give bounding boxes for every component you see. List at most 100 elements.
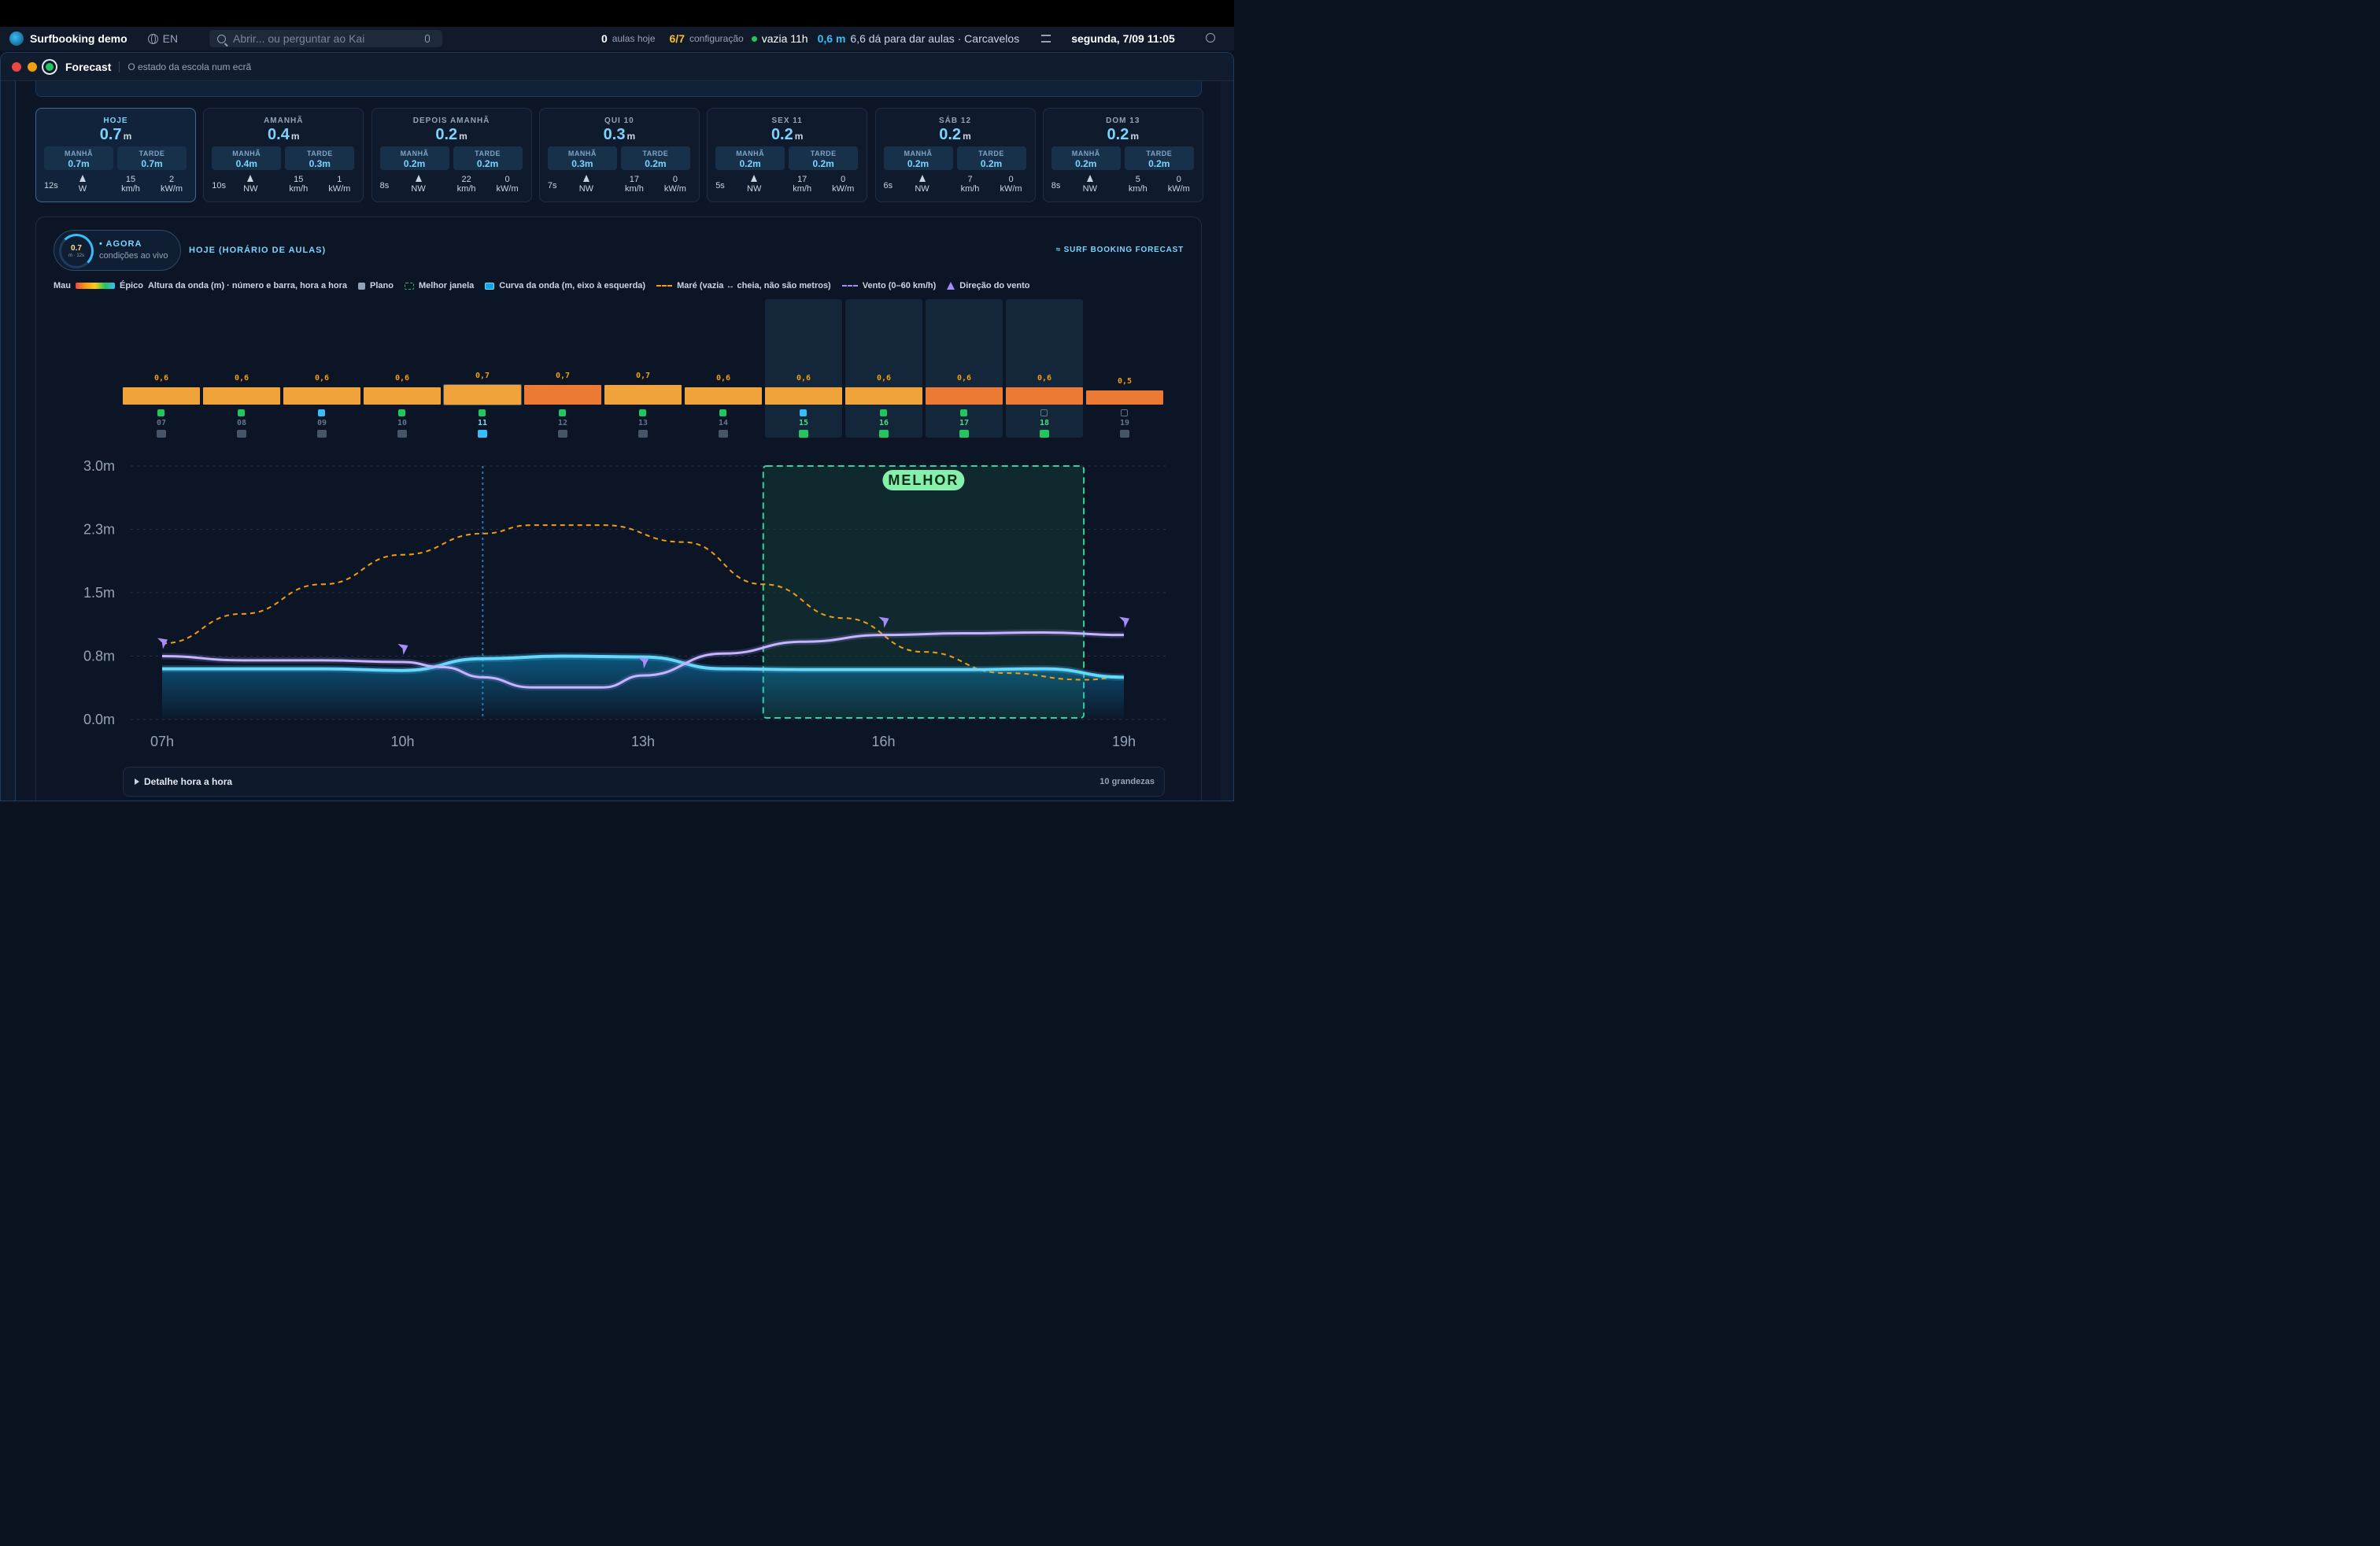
- search-icon: [217, 34, 226, 43]
- app-logo-icon: [9, 31, 24, 46]
- maximize-window-button[interactable]: [43, 60, 56, 73]
- hour-column[interactable]: 0,7 13: [604, 217, 682, 453]
- swell-direction: NW: [575, 175, 598, 194]
- hour-wave-value: 0,6: [876, 374, 892, 383]
- swell-direction: NW: [1078, 175, 1102, 194]
- hour-label: 14: [718, 419, 729, 427]
- config-value: 6/7: [669, 32, 685, 45]
- wind-speed: 15 km/h: [283, 175, 314, 194]
- wave-power-value: 0: [504, 175, 510, 184]
- hourly-bars: 0,6 07 0,6 08 0,6 09 0,6 10 0,7 11 0,7 12 0,7 13 0,6 14…: [36, 217, 1201, 453]
- hour-status-icon: [800, 409, 807, 416]
- day-wave-value: 0.2 m: [876, 126, 1035, 144]
- swell-arrow-icon: [415, 175, 422, 182]
- hour-label: 12: [557, 419, 568, 427]
- afternoon-value: 0.2m: [980, 158, 1003, 169]
- lesson-slot-icon: [478, 430, 487, 438]
- power-unit: kW/m: [832, 184, 855, 194]
- classes-label: aulas hoje: [612, 33, 656, 44]
- wind-speed-value: 22: [461, 175, 471, 184]
- search-input[interactable]: Abrir... ou perguntar ao Kai: [209, 30, 442, 47]
- lesson-slot-icon: [237, 430, 246, 438]
- close-window-button[interactable]: [12, 61, 21, 72]
- microphone-icon[interactable]: [425, 35, 430, 43]
- day-stats: 8s NW 22 km/h 0 kW/m: [380, 175, 525, 197]
- period-value: 6s: [883, 181, 893, 190]
- x-tick-label: 19h: [1112, 734, 1136, 749]
- day-card[interactable]: SÁB 12 0.2 m MANHÃ 0.2m TARDE 0.2m 6s NW 7 km/h 0 kW…: [874, 108, 1036, 202]
- search-placeholder: Abrir... ou perguntar ao Kai: [233, 32, 365, 45]
- swell-arrow-icon: [918, 175, 926, 182]
- morning-value: 0.3m: [571, 158, 593, 169]
- day-card[interactable]: QUI 10 0.3 m MANHÃ 0.3m TARDE 0.2m 7s NW 17 km/h 0 k…: [538, 108, 700, 202]
- wind-speed: 15 km/h: [115, 175, 146, 194]
- wave-power-value: 2: [168, 175, 175, 184]
- day-wave-number: 0.2: [1107, 126, 1129, 143]
- wind-arrow-icon: [397, 644, 408, 656]
- afternoon-value: 0.2m: [1148, 158, 1170, 169]
- afternoon-label: TARDE: [810, 150, 837, 157]
- hour-wave-value: 0,7: [635, 372, 651, 380]
- hour-column[interactable]: 0,6 07: [123, 217, 200, 453]
- swell-direction-label: NW: [578, 184, 594, 194]
- day-wave-value: 0.4 m: [204, 126, 363, 144]
- hour-column[interactable]: 0,7 11: [443, 217, 522, 453]
- wind-speed: 7 km/h: [955, 175, 986, 194]
- day-card[interactable]: SEX 11 0.2 m MANHÃ 0.2m TARDE 0.2m 5s NW 17 km/h 0 k…: [707, 108, 868, 202]
- power-unit: kW/m: [663, 184, 686, 194]
- morning-label: MANHÃ: [232, 150, 261, 157]
- lesson-slot-icon: [397, 430, 407, 438]
- hour-column[interactable]: 0,6 14: [685, 217, 762, 453]
- day-card[interactable]: HOJE 0.7 m MANHÃ 0.7m TARDE 0.7m 12s W 15 km/h 2 kW/…: [35, 108, 196, 202]
- globe-icon: [147, 33, 158, 44]
- lesson-slot-icon: [317, 430, 327, 438]
- app-name[interactable]: Surfbooking demo: [30, 32, 128, 45]
- language-switch[interactable]: EN: [147, 32, 178, 45]
- day-card[interactable]: AMANHÃ 0.4 m MANHÃ 0.4m TARDE 0.3m 10s NW 15 km/h 1…: [203, 108, 364, 202]
- sliders-icon[interactable]: [1041, 35, 1051, 43]
- wave-power: 1 kW/m: [322, 175, 357, 194]
- y-tick-label: 0.0m: [83, 712, 115, 727]
- swell-direction: NW: [911, 175, 934, 194]
- wave-power-value: 0: [1176, 175, 1181, 184]
- hour-column[interactable]: 0,6 16: [845, 217, 922, 453]
- hour-status-icon: [639, 409, 646, 416]
- hour-wave-bar: [1086, 390, 1163, 405]
- hourly-panel: 0.7 m · 12s • AGORA condições ao vivo HO…: [35, 216, 1202, 801]
- wave-power-value: 0: [841, 175, 846, 184]
- forecast-window: Forecast O estado da escola num ecrã HOJ…: [0, 52, 1234, 801]
- hour-column[interactable]: 0,6 15: [765, 217, 842, 453]
- day-wave-number: 0.7: [99, 126, 122, 143]
- swell-direction: NW: [238, 175, 262, 194]
- day-card[interactable]: DOM 13 0.2 m MANHÃ 0.2m TARDE 0.2m 8s NW 5 km/h 0 kW…: [1042, 108, 1203, 202]
- power-unit: kW/m: [496, 184, 519, 194]
- hour-column[interactable]: 0,6 18: [1006, 217, 1083, 453]
- hour-column[interactable]: 0,7 12: [524, 217, 601, 453]
- morning-box: MANHÃ 0.2m: [883, 146, 953, 170]
- hour-column[interactable]: 0,6 08: [203, 217, 280, 453]
- morning-value: 0.2m: [739, 158, 761, 169]
- hourly-detail-toggle[interactable]: Detalhe hora a hora 10 grandezas: [123, 767, 1165, 797]
- hour-wave-value: 0,7: [555, 372, 571, 380]
- period-value: 8s: [1051, 181, 1061, 190]
- hour-wave-bar: [524, 385, 601, 405]
- x-tick-label: 07h: [150, 734, 174, 749]
- hour-status-icon: [880, 409, 887, 416]
- minimize-window-button[interactable]: [28, 61, 37, 72]
- morning-value: 0.4m: [235, 158, 257, 169]
- swell-direction: NW: [742, 175, 766, 194]
- day-wave-unit: m: [459, 131, 468, 142]
- day-card[interactable]: DEPOIS AMANHÃ 0.2 m MANHÃ 0.2m TARDE 0.2m 8s NW 2…: [371, 108, 532, 202]
- best-window-column: [1006, 299, 1083, 438]
- day-name: DOM 13: [1106, 117, 1140, 125]
- power-icon[interactable]: [1206, 33, 1215, 43]
- hour-status-icon: [559, 409, 566, 416]
- hour-column[interactable]: 0,6 17: [926, 217, 1003, 453]
- morning-value: 0.2m: [907, 158, 929, 169]
- hour-column[interactable]: 0,5 19: [1086, 217, 1163, 453]
- x-tick-label: 16h: [871, 734, 895, 749]
- window-titlebar: Forecast O estado da escola num ecrã: [1, 53, 1233, 81]
- hour-column[interactable]: 0,6 09: [283, 217, 360, 453]
- hour-column[interactable]: 0,6 10: [364, 217, 441, 453]
- period-value: 7s: [547, 181, 557, 190]
